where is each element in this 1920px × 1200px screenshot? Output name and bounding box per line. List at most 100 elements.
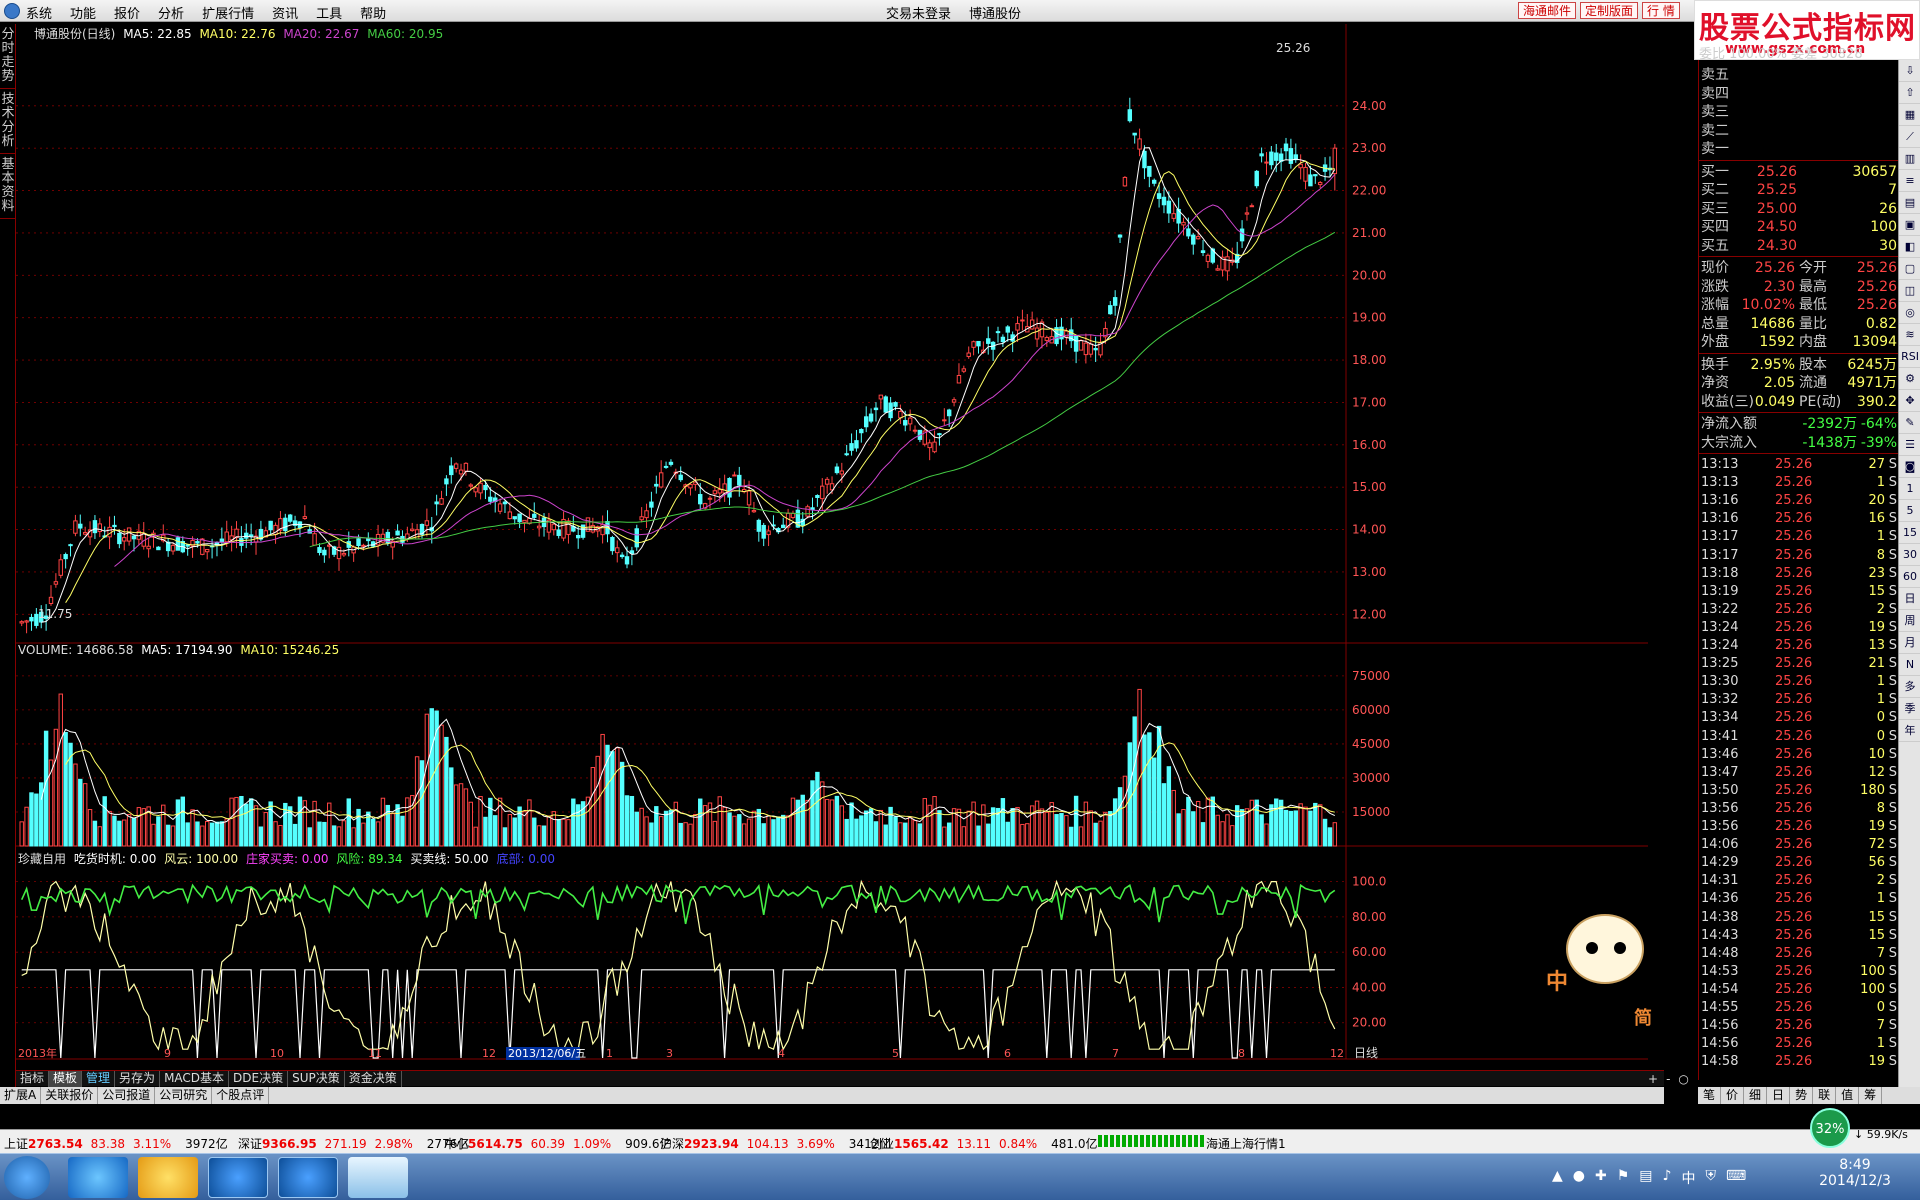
zoom-in-button[interactable]: + xyxy=(1648,1072,1658,1086)
toolbar-button[interactable]: ◫ xyxy=(1899,280,1920,302)
mail-button[interactable]: 海通邮件 xyxy=(1518,2,1577,19)
ask-row[interactable]: 卖一 xyxy=(1699,140,1899,158)
taskbar-stock-app-2-icon[interactable] xyxy=(278,1157,338,1198)
menu-help[interactable]: 帮助 xyxy=(360,3,386,22)
taskbar-paint-icon[interactable] xyxy=(138,1157,198,1198)
zoom-reset-button[interactable]: ○ xyxy=(1678,1072,1688,1086)
toolbar-button[interactable]: ▥ xyxy=(1899,148,1920,170)
menu-quote[interactable]: 报价 xyxy=(114,3,140,22)
toolbar-button[interactable]: ⇧ xyxy=(1899,82,1920,104)
start-button[interactable] xyxy=(4,1156,50,1199)
tray-app-icon[interactable]: ● xyxy=(1573,1168,1585,1188)
taskbar-stock-app-icon[interactable] xyxy=(208,1157,268,1198)
period-label[interactable]: 日线 xyxy=(1354,1046,1378,1060)
zoom-out-button[interactable]: - xyxy=(1666,1072,1670,1086)
tray-network-icon[interactable]: ▤ xyxy=(1639,1168,1652,1188)
tab-dde[interactable]: DDE决策 xyxy=(229,1071,289,1087)
bid-row[interactable]: 买五 24.30 30 xyxy=(1699,237,1899,255)
toolbar-button[interactable]: ◎ xyxy=(1899,302,1920,324)
ask-row[interactable]: 卖五 xyxy=(1699,66,1899,84)
custom-layout-button[interactable]: 定制版面 xyxy=(1580,2,1639,19)
menu-news[interactable]: 资讯 xyxy=(272,3,298,22)
toolbar-button[interactable]: ☰ xyxy=(1899,434,1920,456)
index-segment[interactable]: 沪深2923.94 104.13 3.69% 3412亿 xyxy=(660,1135,891,1152)
tab-fund[interactable]: 资金决策 xyxy=(345,1071,402,1087)
toolbar-button[interactable]: 日 xyxy=(1899,588,1920,610)
tab-macd[interactable]: MACD基本 xyxy=(160,1071,230,1087)
toolbar-button[interactable]: N xyxy=(1899,654,1920,676)
toolbar-button[interactable]: ⇩ xyxy=(1899,60,1920,82)
chart-canvas[interactable]: 24.00 23.00 22.00 21.00 20.00 19.00 18.00 17.00… xyxy=(16,24,1648,1060)
tab-extension-a[interactable]: 扩展A xyxy=(0,1087,42,1104)
tab-sup[interactable]: SUP决策 xyxy=(288,1071,345,1087)
indicator-name[interactable]: 珍藏自用 xyxy=(18,852,66,866)
toolbar-button[interactable]: ⚙ xyxy=(1899,368,1920,390)
toolbar-button[interactable]: 月 xyxy=(1899,632,1920,654)
right-panel-tab[interactable]: 日 xyxy=(1767,1087,1791,1104)
right-panel-tab[interactable]: 价 xyxy=(1721,1087,1745,1104)
index-segment[interactable]: 深证9366.95 271.19 2.98% 2776亿 xyxy=(238,1135,469,1152)
tab-stock-comment[interactable]: 个股点评 xyxy=(212,1087,270,1104)
tab-template[interactable]: 模板 xyxy=(49,1071,83,1087)
menu-system[interactable]: 系统 xyxy=(26,3,52,22)
toolbar-button[interactable]: 15 xyxy=(1899,522,1920,544)
toolbar-button[interactable]: ✎ xyxy=(1899,412,1920,434)
tray-expand-icon[interactable]: ▲ xyxy=(1552,1168,1563,1188)
taskbar-ie-icon[interactable] xyxy=(68,1157,128,1198)
toolbar-button[interactable]: ▣ xyxy=(1899,214,1920,236)
toolbar-button[interactable]: ▦ xyxy=(1899,104,1920,126)
tab-fundamentals[interactable]: 基本资料 xyxy=(0,154,16,219)
index-segment[interactable]: 中小5614.75 60.39 1.09% 909.6亿 xyxy=(444,1135,672,1152)
tray-volume-icon[interactable]: ♪ xyxy=(1663,1168,1672,1188)
login-status[interactable]: 交易未登录 xyxy=(886,3,951,22)
tray-add-icon[interactable]: ✚ xyxy=(1595,1168,1607,1188)
menu-extended-quote[interactable]: 扩展行情 xyxy=(202,3,254,22)
toolbar-button[interactable]: ▤ xyxy=(1899,192,1920,214)
tray-security-icon[interactable]: ⛨ xyxy=(1705,1168,1716,1188)
bid-row[interactable]: 买一 25.26 30657 xyxy=(1699,163,1899,181)
tray-flag-icon[interactable]: ⚑ xyxy=(1617,1168,1630,1188)
toolbar-button[interactable]: ≡ xyxy=(1899,170,1920,192)
right-panel-tab[interactable]: 细 xyxy=(1744,1087,1768,1104)
tab-related-quote[interactable]: 关联报价 xyxy=(41,1087,99,1104)
market-button[interactable]: 行 情 xyxy=(1642,2,1680,19)
right-panel-tab[interactable]: 笔 xyxy=(1698,1087,1722,1104)
toolbar-button[interactable]: 多 xyxy=(1899,676,1920,698)
index-segment[interactable]: 创业1565.42 13.11 0.84% 481.0亿 xyxy=(870,1135,1098,1152)
toolbar-button[interactable]: ▢ xyxy=(1899,258,1920,280)
toolbar-button[interactable]: 周 xyxy=(1899,610,1920,632)
taskbar-clock[interactable]: 8:49 2014/12/3 xyxy=(1800,1157,1910,1189)
tab-indicator[interactable]: 指标 xyxy=(16,1071,50,1087)
menu-function[interactable]: 功能 xyxy=(70,3,96,22)
menu-tools[interactable]: 工具 xyxy=(316,3,342,22)
menu-analysis[interactable]: 分析 xyxy=(158,3,184,22)
tray-keyboard-icon[interactable]: ⌨ xyxy=(1726,1168,1746,1188)
tab-intraday[interactable]: 分时走势 xyxy=(0,24,16,89)
toolbar-button[interactable]: 年 xyxy=(1899,720,1920,742)
toolbar-button[interactable]: RSI xyxy=(1899,346,1920,368)
toolbar-button[interactable]: ✥ xyxy=(1899,390,1920,412)
chart-area[interactable]: 24.00 23.00 22.00 21.00 20.00 19.00 18.00 17.00… xyxy=(16,24,1652,1060)
toolbar-button[interactable]: ◧ xyxy=(1899,236,1920,258)
tab-company-research[interactable]: 公司研究 xyxy=(155,1087,213,1104)
server-status[interactable]: 海通上海行情1 xyxy=(1206,1135,1286,1152)
toolbar-button[interactable]: ⟋ xyxy=(1899,126,1920,148)
toolbar-button[interactable]: 5 xyxy=(1899,500,1920,522)
bid-row[interactable]: 买三 25.00 26 xyxy=(1699,200,1899,218)
tray-ime-indicator[interactable]: 中 xyxy=(1681,1168,1695,1188)
index-segment[interactable]: 上证2763.54 83.38 3.11% 3972亿 xyxy=(4,1135,228,1152)
tab-company-report[interactable]: 公司报道 xyxy=(98,1087,156,1104)
ask-row[interactable]: 卖三 xyxy=(1699,103,1899,121)
bid-row[interactable]: 买二 25.25 7 xyxy=(1699,181,1899,199)
taskbar-notepad-icon[interactable] xyxy=(348,1157,408,1198)
toolbar-button[interactable]: 1 xyxy=(1899,478,1920,500)
toolbar-button[interactable]: 季 xyxy=(1899,698,1920,720)
tab-technical[interactable]: 技术分析 xyxy=(0,89,16,154)
tab-save-as[interactable]: 另存为 xyxy=(115,1071,161,1087)
tab-manage[interactable]: 管理 xyxy=(82,1071,116,1087)
toolbar-button[interactable]: 60 xyxy=(1899,566,1920,588)
bid-row[interactable]: 买四 24.50 100 xyxy=(1699,218,1899,236)
ask-row[interactable]: 卖二 xyxy=(1699,122,1899,140)
toolbar-button[interactable]: ≋ xyxy=(1899,324,1920,346)
ask-row[interactable]: 卖四 xyxy=(1699,85,1899,103)
